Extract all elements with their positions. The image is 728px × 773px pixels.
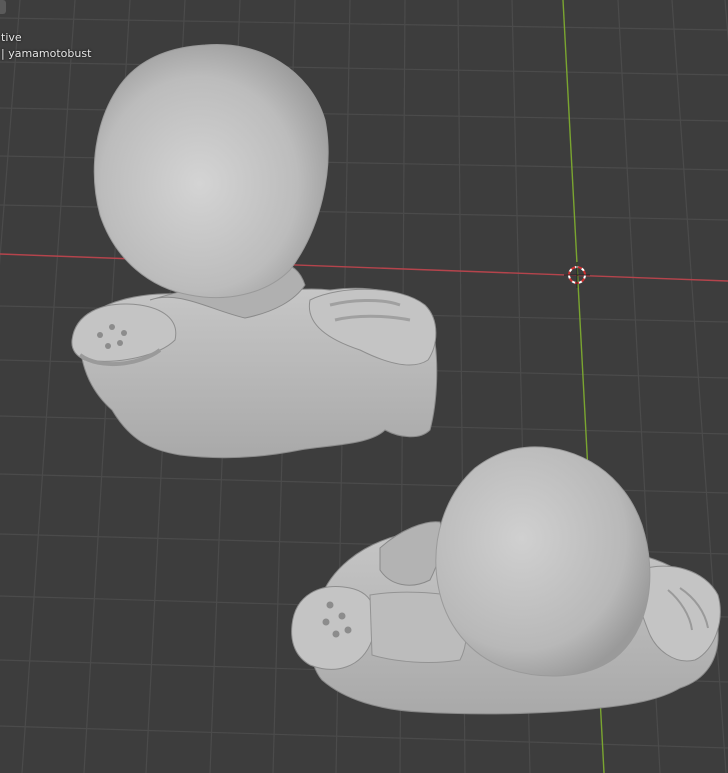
active-object-text: | yamamotobust xyxy=(1,47,92,60)
viewport-grid xyxy=(0,0,728,773)
x-axis-line xyxy=(0,253,728,282)
bust-model-upper[interactable] xyxy=(71,43,438,459)
bust-model-lower[interactable] xyxy=(291,446,721,715)
3d-cursor-icon[interactable] xyxy=(564,262,590,288)
viewport-info-overlay: tive | yamamotobust xyxy=(1,30,91,62)
header-toggle-button[interactable] xyxy=(0,0,6,14)
3d-viewport[interactable]: tive | yamamotobust xyxy=(0,0,728,773)
viewport-mode-text: tive xyxy=(1,31,22,44)
